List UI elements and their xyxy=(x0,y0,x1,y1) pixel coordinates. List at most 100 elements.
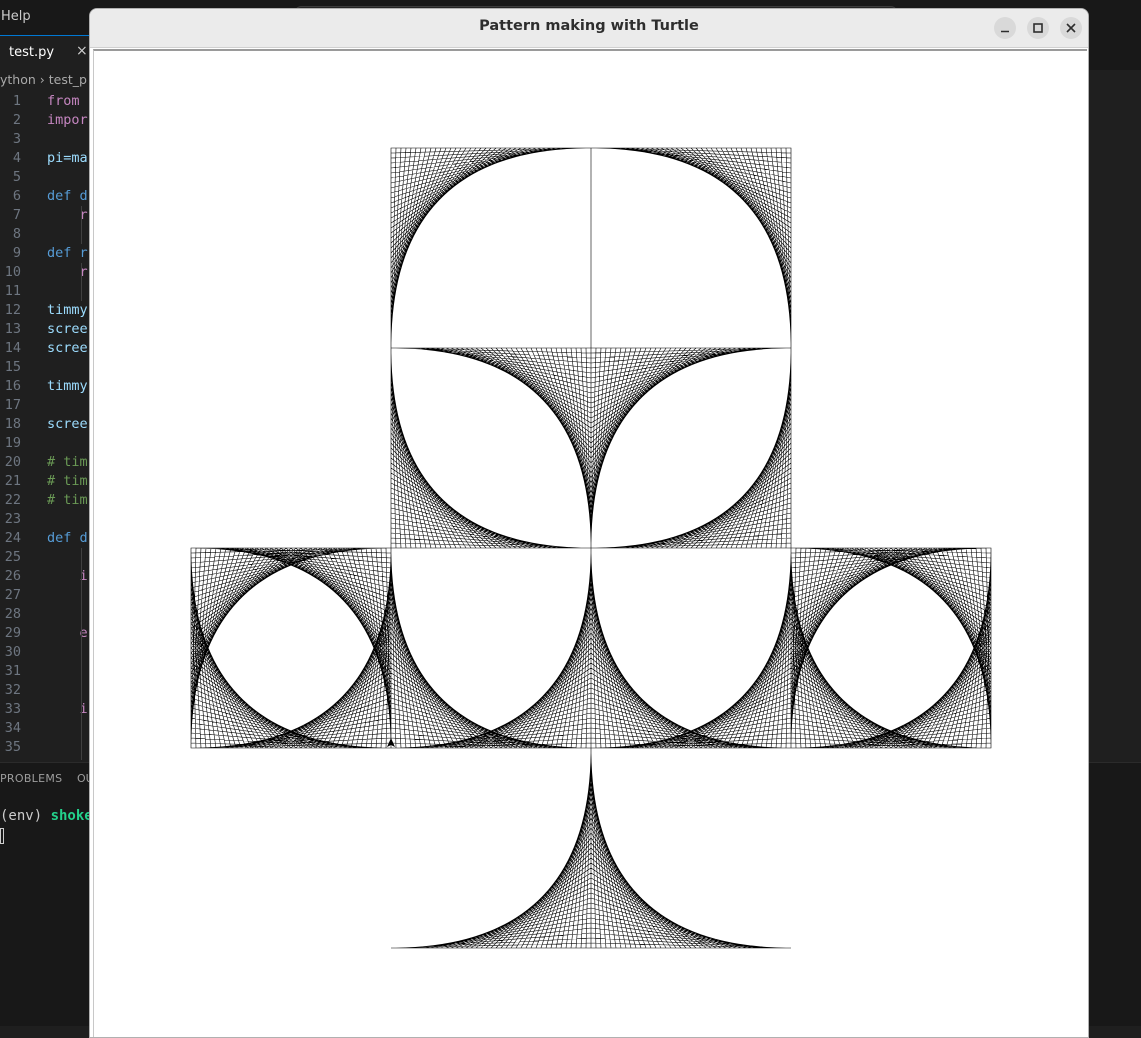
line-number: 14 xyxy=(4,340,21,356)
code-line[interactable]: 18 scree xyxy=(0,415,92,434)
line-number: 2 xyxy=(12,112,21,128)
code-line[interactable]: 1 from xyxy=(0,92,92,111)
code-line[interactable]: 30 xyxy=(0,643,92,662)
line-number: 8 xyxy=(12,226,21,242)
terminal-env: (env) xyxy=(0,808,51,824)
line-number: 5 xyxy=(12,169,21,185)
editor-tab-test-py[interactable]: test.py × xyxy=(0,35,95,70)
line-number: 10 xyxy=(4,264,21,280)
code-line[interactable]: 5 xyxy=(0,168,92,187)
code-text: timmy xyxy=(47,378,88,394)
code-text: def d xyxy=(47,188,88,204)
line-number: 13 xyxy=(4,321,21,337)
code-line[interactable]: 25 xyxy=(0,548,92,567)
line-number: 9 xyxy=(12,245,21,261)
code-line[interactable]: 11 xyxy=(0,282,92,301)
code-line[interactable]: 6 def d xyxy=(0,187,92,206)
line-number: 20 xyxy=(4,454,21,470)
code-text: scree xyxy=(47,340,88,356)
code-line[interactable]: 19 xyxy=(0,434,92,453)
code-text: # tim xyxy=(47,454,88,470)
code-line[interactable]: 7 r xyxy=(0,206,92,225)
line-number: 22 xyxy=(4,492,21,508)
code-line[interactable]: 33 i xyxy=(0,700,92,719)
code-line[interactable]: 35 xyxy=(0,738,92,757)
code-line[interactable]: 34 xyxy=(0,719,92,738)
code-line[interactable]: 15 xyxy=(0,358,92,377)
line-number: 35 xyxy=(4,739,21,755)
line-number: 15 xyxy=(4,359,21,375)
line-number: 18 xyxy=(4,416,21,432)
line-number: 28 xyxy=(4,606,21,622)
code-text: def r xyxy=(47,245,88,261)
line-number: 29 xyxy=(4,625,21,641)
code-text: pi=ma xyxy=(47,150,88,166)
code-line[interactable]: 12 timmy xyxy=(0,301,92,320)
tab-close-icon[interactable]: × xyxy=(76,43,88,59)
line-number: 4 xyxy=(12,150,21,166)
code-line[interactable]: 17 xyxy=(0,396,92,415)
code-line[interactable]: 24 def d xyxy=(0,529,92,548)
line-number: 7 xyxy=(12,207,21,223)
code-text: # tim xyxy=(47,492,88,508)
line-number: 32 xyxy=(4,682,21,698)
breadcrumb-separator-icon: › xyxy=(39,72,45,87)
line-number: 27 xyxy=(4,587,21,603)
code-line[interactable]: 29 e xyxy=(0,624,92,643)
code-line[interactable]: 3 xyxy=(0,130,92,149)
code-line[interactable]: 9 def r xyxy=(0,244,92,263)
line-number: 30 xyxy=(4,644,21,660)
code-line[interactable]: 10 r xyxy=(0,263,92,282)
editor-tab-label: test.py xyxy=(9,45,55,60)
terminal-cursor xyxy=(0,828,4,844)
indent-guide xyxy=(81,586,82,760)
code-text: impor xyxy=(47,112,88,128)
panel-tab-problems[interactable]: PROBLEMS xyxy=(0,772,62,785)
code-line[interactable]: 31 xyxy=(0,662,92,681)
code-line[interactable]: 26 i xyxy=(0,567,92,586)
breadcrumb-item[interactable]: test_p xyxy=(49,72,87,87)
code-line[interactable]: 22 # tim xyxy=(0,491,92,510)
line-number: 21 xyxy=(4,473,21,489)
code-line[interactable]: 16 timmy xyxy=(0,377,92,396)
code-line[interactable]: 8 xyxy=(0,225,92,244)
line-number: 12 xyxy=(4,302,21,318)
line-number: 23 xyxy=(4,511,21,527)
code-line[interactable]: 13 scree xyxy=(0,320,92,339)
code-line[interactable]: 21 # tim xyxy=(0,472,92,491)
turtle-pattern-lines xyxy=(190,147,992,949)
code-line[interactable]: 32 xyxy=(0,681,92,700)
line-number: 1 xyxy=(12,93,21,109)
code-line[interactable]: 2 impor xyxy=(0,111,92,130)
line-number: 31 xyxy=(4,663,21,679)
breadcrumb-item[interactable]: ython xyxy=(0,72,36,87)
line-number: 26 xyxy=(4,568,21,584)
code-editor[interactable]: 1 from 2 impor 3 4 pi=ma 5 6 def d7 r 8 9 def r 10 r1… xyxy=(0,92,92,760)
line-number: 6 xyxy=(12,188,21,204)
line-number: 33 xyxy=(4,701,21,717)
terminal-prompt[interactable]: (env) shokee xyxy=(0,808,101,824)
breadcrumb: ython › test_p xyxy=(0,72,87,87)
line-number: 24 xyxy=(4,530,21,546)
code-text: def d xyxy=(47,530,88,546)
line-number: 17 xyxy=(4,397,21,413)
code-line[interactable]: 4 pi=ma xyxy=(0,149,92,168)
code-line[interactable]: 27 xyxy=(0,586,92,605)
code-text: # tim xyxy=(47,473,88,489)
indent-guide xyxy=(81,263,82,301)
indent-guide xyxy=(81,206,82,244)
code-line[interactable]: 23 xyxy=(0,510,92,529)
code-text: from xyxy=(47,93,80,109)
code-line[interactable]: 28 xyxy=(0,605,92,624)
code-text: timmy xyxy=(47,302,88,318)
line-number: 11 xyxy=(4,283,21,299)
menu-item-help[interactable]: Help xyxy=(1,9,31,24)
code-line[interactable]: 14 scree xyxy=(0,339,92,358)
line-number: 25 xyxy=(4,549,21,565)
line-number: 19 xyxy=(4,435,21,451)
line-number: 34 xyxy=(4,720,21,736)
code-text: scree xyxy=(47,321,88,337)
code-line[interactable]: 20 # tim xyxy=(0,453,92,472)
code-text: scree xyxy=(47,416,88,432)
line-number: 16 xyxy=(4,378,21,394)
